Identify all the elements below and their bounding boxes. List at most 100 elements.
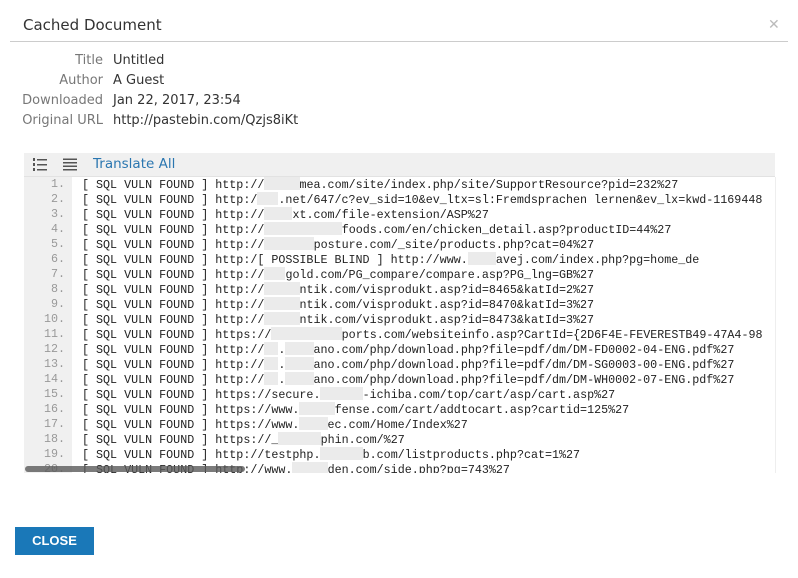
line-text: [ SQL VULN FOUND ] http://. ano.com/php/d… (82, 357, 734, 373)
line-number: 2. (50, 192, 65, 206)
code-line: 2. [ SQL VULN FOUND ] http:/ .net/647/c?ev… (24, 192, 775, 207)
line-segment: [ SQL VULN FOUND ] http:/ (82, 193, 258, 207)
line-segment: [ SQL VULN FOUND ] https://www. (82, 418, 300, 432)
document-metadata: Title Untitled Author A Guest Downloaded… (0, 51, 298, 131)
redacted-block (467, 252, 496, 265)
redacted-block (299, 417, 328, 430)
line-number: 16. (43, 402, 65, 416)
list-icon[interactable] (63, 157, 77, 171)
line-text: [ SQL VULN FOUND ] http:// xt.com/file-ex… (82, 207, 489, 223)
line-segment: [ SQL VULN FOUND ] http:// (82, 238, 265, 252)
code-line: 17. [ SQL VULN FOUND ] https://www. ec.com… (24, 417, 775, 432)
code-line: 1. [ SQL VULN FOUND ] http:// mea.com/site… (24, 177, 775, 192)
code-line: 3. [ SQL VULN FOUND ] http:// xt.com/file-… (24, 207, 775, 222)
redacted-block (264, 342, 279, 355)
redacted-block (257, 192, 279, 205)
redacted-block (299, 402, 335, 415)
line-segment: . (278, 358, 286, 372)
meta-original-url: Original URL http://pastebin.com/Qzjs8iK… (0, 111, 298, 131)
numbered-list-icon[interactable] (33, 157, 47, 171)
line-segment: [ SQL VULN FOUND ] http://testphp. (82, 448, 321, 462)
meta-value: Untitled (113, 53, 165, 68)
code-viewer[interactable]: 1. [ SQL VULN FOUND ] http:// mea.com/site… (24, 177, 776, 473)
meta-value: http://pastebin.com/Qzjs8iKt (113, 113, 299, 128)
line-segment: xt.com/file-extension/ASP%27 (292, 208, 489, 222)
redacted-block (264, 237, 314, 250)
line-segment: ntik.com/visprodukt.asp?id=8473&katId=3%… (299, 313, 595, 327)
line-segment: . (278, 343, 286, 357)
line-number: 18. (43, 432, 65, 446)
line-number: 4. (50, 222, 65, 236)
line-segment: den.com/side.php?pg=743%27 (327, 463, 510, 473)
line-number: 13. (43, 357, 65, 371)
code-toolbar: Translate All (24, 153, 775, 177)
code-line: 8. [ SQL VULN FOUND ] http:// ntik.com/vis… (24, 282, 775, 297)
line-text: [ SQL VULN FOUND ] https://_ phin.com/%27 (82, 432, 405, 448)
line-text: [ SQL VULN FOUND ] http:// ntik.com/vispr… (82, 312, 594, 328)
meta-downloaded: Downloaded Jan 22, 2017, 23:54 (0, 91, 298, 111)
redacted-block (320, 387, 363, 400)
meta-label: Downloaded (22, 93, 103, 108)
line-segment: [ SQL VULN FOUND ] https://www. (82, 403, 300, 417)
code-line: 12. [ SQL VULN FOUND ] http://. ano.com/ph… (24, 342, 775, 357)
line-segment: . (278, 373, 286, 387)
redacted-block (320, 447, 363, 460)
meta-label: Author (59, 73, 103, 88)
code-line: 16. [ SQL VULN FOUND ] https://www. fense.… (24, 402, 775, 417)
line-text: [ SQL VULN FOUND ] https://secure. -ichib… (82, 387, 615, 403)
line-segment: ntik.com/visprodukt.asp?id=8465&katId=2%… (299, 283, 595, 297)
code-line: 14. [ SQL VULN FOUND ] http://. ano.com/ph… (24, 372, 775, 387)
line-text: [ SQL VULN FOUND ] http:/[ POSSIBLE BLIN… (82, 252, 699, 268)
redacted-block (278, 432, 321, 445)
line-segment: [ SQL VULN FOUND ] http:// (82, 298, 265, 312)
line-number: 8. (50, 282, 65, 296)
line-segment: [ SQL VULN FOUND ] http:// (82, 313, 265, 327)
redacted-block (264, 372, 279, 385)
redacted-block (264, 297, 300, 310)
line-text: [ SQL VULN FOUND ] https:// ports.com/web… (82, 327, 763, 343)
line-text: [ SQL VULN FOUND ] http:// ntik.com/vispr… (82, 297, 594, 313)
line-segment: [ SQL VULN FOUND ] http:// (82, 358, 265, 372)
line-segment: mea.com/site/index.php/site/SupportResou… (299, 178, 679, 192)
translate-all-link[interactable]: Translate All (93, 156, 175, 172)
code-line: 15. [ SQL VULN FOUND ] https://secure. -ic… (24, 387, 775, 402)
line-segment: [ SQL VULN FOUND ] http:// (82, 268, 265, 282)
meta-value: A Guest (113, 73, 165, 88)
line-number: 15. (43, 387, 65, 401)
line-segment: ano.com/php/download.php?file=pdf/dm/DM-… (313, 373, 735, 387)
line-segment: gold.com/PG_compare/compare.asp?PG_lng=G… (285, 268, 595, 282)
redacted-block (264, 312, 300, 325)
line-text: [ SQL VULN FOUND ] http:// foods.com/en/c… (82, 222, 671, 238)
redacted-block (264, 267, 286, 280)
line-segment: b.com/listproducts.php?cat=1%27 (362, 448, 581, 462)
code-line: 11. [ SQL VULN FOUND ] https:// ports.com/… (24, 327, 775, 342)
line-segment: -ichiba.com/top/cart/asp/cart.asp%27 (362, 388, 616, 402)
line-number: 17. (43, 417, 65, 431)
line-segment: foods.com/en/chicken_detail.asp?productI… (341, 223, 672, 237)
line-number: 6. (50, 252, 65, 266)
redacted-block (264, 357, 279, 370)
close-icon[interactable]: ✕ (768, 17, 780, 33)
line-segment: [ SQL VULN FOUND ] http:// (82, 373, 265, 387)
line-segment: [ SQL VULN FOUND ] http:// (82, 208, 265, 222)
code-line: 18. [ SQL VULN FOUND ] https://_ phin.com/… (24, 432, 775, 447)
line-number: 3. (50, 207, 65, 221)
line-text: [ SQL VULN FOUND ] https://www. fense.com… (82, 402, 629, 418)
redacted-block (285, 342, 314, 355)
line-segment: ano.com/php/download.php?file=pdf/dm/DM-… (313, 343, 735, 357)
line-text: [ SQL VULN FOUND ] http://. ano.com/php/d… (82, 342, 734, 358)
redacted-block (264, 207, 293, 220)
line-number: 5. (50, 237, 65, 251)
horizontal-scrollbar[interactable] (25, 466, 245, 472)
line-segment: [ SQL VULN FOUND ] https://secure. (82, 388, 321, 402)
line-segment: [ SQL VULN FOUND ] http:// (82, 343, 265, 357)
line-number: 11. (43, 327, 65, 341)
line-segment: posture.com/_site/products.php?cat=04%27 (313, 238, 595, 252)
line-segment: [ SQL VULN FOUND ] https:// (82, 328, 272, 342)
meta-value: Jan 22, 2017, 23:54 (113, 93, 241, 108)
close-button[interactable]: CLOSE (15, 527, 94, 555)
line-segment: [ SQL VULN FOUND ] http:// (82, 283, 265, 297)
code-line: 10. [ SQL VULN FOUND ] http:// ntik.com/vi… (24, 312, 775, 327)
line-segment: avej.com/index.php?pg=home_de (495, 253, 700, 267)
meta-label: Original URL (22, 113, 103, 128)
